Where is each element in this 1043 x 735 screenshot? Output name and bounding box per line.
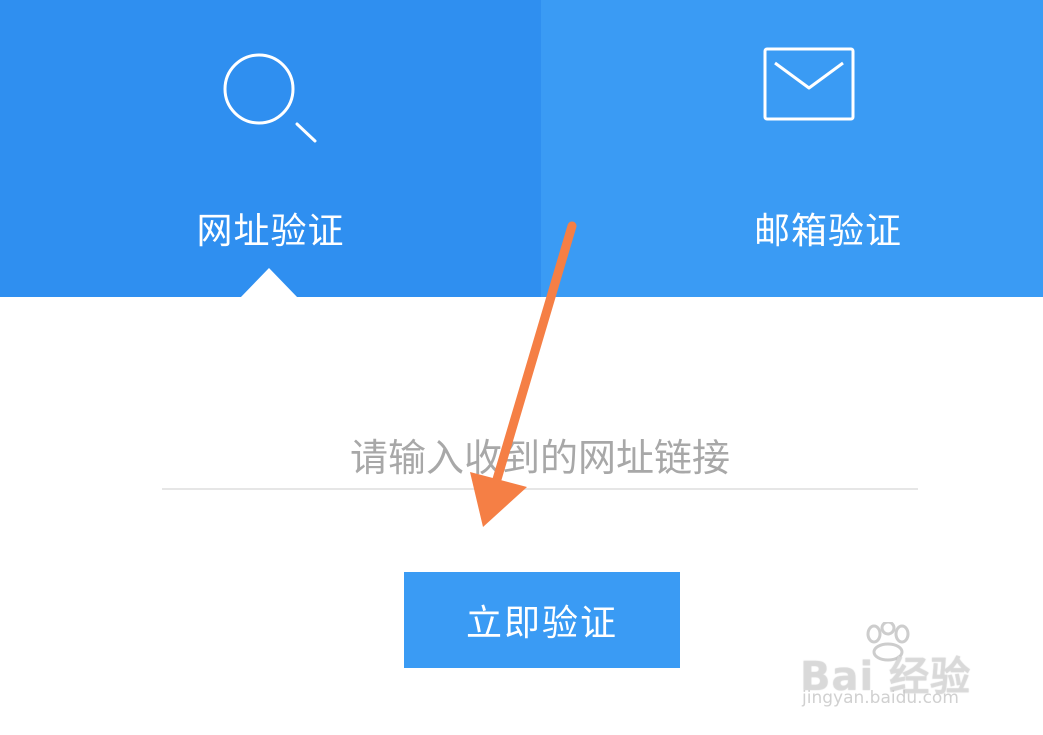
baidu-jingyan-watermark: Bai 经验 jingyan.baidu.com — [800, 622, 1000, 722]
tab-url-label: 网址验证 — [196, 211, 345, 252]
tab-url-verification[interactable]: 网址验证 — [0, 0, 541, 298]
envelope-icon — [763, 47, 855, 121]
verify-now-button[interactable]: 立即验证 — [404, 572, 680, 668]
tab-email-label: 邮箱验证 — [753, 211, 902, 252]
watermark-brand: Bai 经验 — [800, 654, 972, 700]
active-tab-pointer — [240, 268, 298, 298]
watermark-url: jingyan.baidu.com — [802, 688, 959, 708]
search-icon — [223, 53, 317, 143]
tab-email-verification[interactable]: 邮箱验证 — [541, 0, 1043, 297]
paw-icon — [866, 622, 910, 662]
verification-tabs: 网址验证 邮箱验证 — [0, 0, 1043, 298]
url-input[interactable] — [162, 428, 918, 490]
